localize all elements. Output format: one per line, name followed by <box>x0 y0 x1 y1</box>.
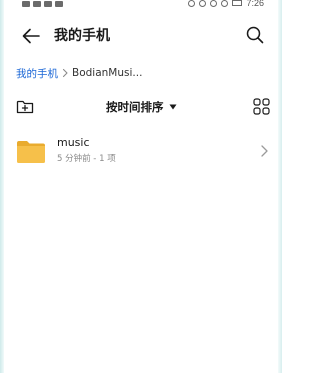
search-button[interactable] <box>245 25 265 45</box>
notification-icon <box>55 1 63 7</box>
toolbar: 按时间排序 <box>0 95 282 119</box>
grid-view-button[interactable] <box>253 98 270 115</box>
sim-icon <box>22 1 30 7</box>
battery-icon <box>232 0 243 6</box>
page-title: 我的手机 <box>54 28 110 44</box>
wifi-icon <box>44 1 52 7</box>
status-bar: 7:26 <box>0 0 282 12</box>
bluetooth-icon <box>210 0 218 7</box>
breadcrumb: 我的手机 BodianMusi... <box>16 65 142 81</box>
back-button[interactable] <box>20 25 42 47</box>
breadcrumb-current[interactable]: BodianMusi... <box>72 67 142 79</box>
title-bar: 我的手机 <box>0 18 282 52</box>
search-icon <box>246 26 264 44</box>
caret-down-icon <box>169 104 176 110</box>
alarm-icon <box>199 0 207 7</box>
sort-dropdown[interactable]: 按时间排序 <box>106 97 177 117</box>
folder-icon <box>17 141 45 163</box>
grid-view-icon <box>253 98 270 115</box>
breadcrumb-root-link[interactable]: 我的手机 <box>16 66 58 81</box>
new-folder-button[interactable] <box>16 98 34 116</box>
status-bar-right-icons: 7:26 <box>188 0 264 9</box>
list-item[interactable]: music 5 分钟前 - 1 项 <box>8 133 274 173</box>
chevron-right-icon <box>261 145 268 157</box>
screen-edge-right <box>278 0 282 373</box>
sort-label: 按时间排序 <box>106 100 164 114</box>
signal-icon <box>33 1 41 7</box>
status-time: 7:26 <box>246 0 264 8</box>
file-name: music <box>57 136 90 149</box>
mute-icon <box>221 0 229 7</box>
chevron-right-icon <box>62 68 68 78</box>
file-meta: 5 分钟前 - 1 项 <box>57 154 116 164</box>
arrow-left-icon <box>22 28 40 44</box>
status-bar-left-icons <box>22 0 63 8</box>
screen-edge-left <box>0 0 4 373</box>
new-folder-icon <box>16 100 34 114</box>
eye-icon <box>188 0 196 7</box>
